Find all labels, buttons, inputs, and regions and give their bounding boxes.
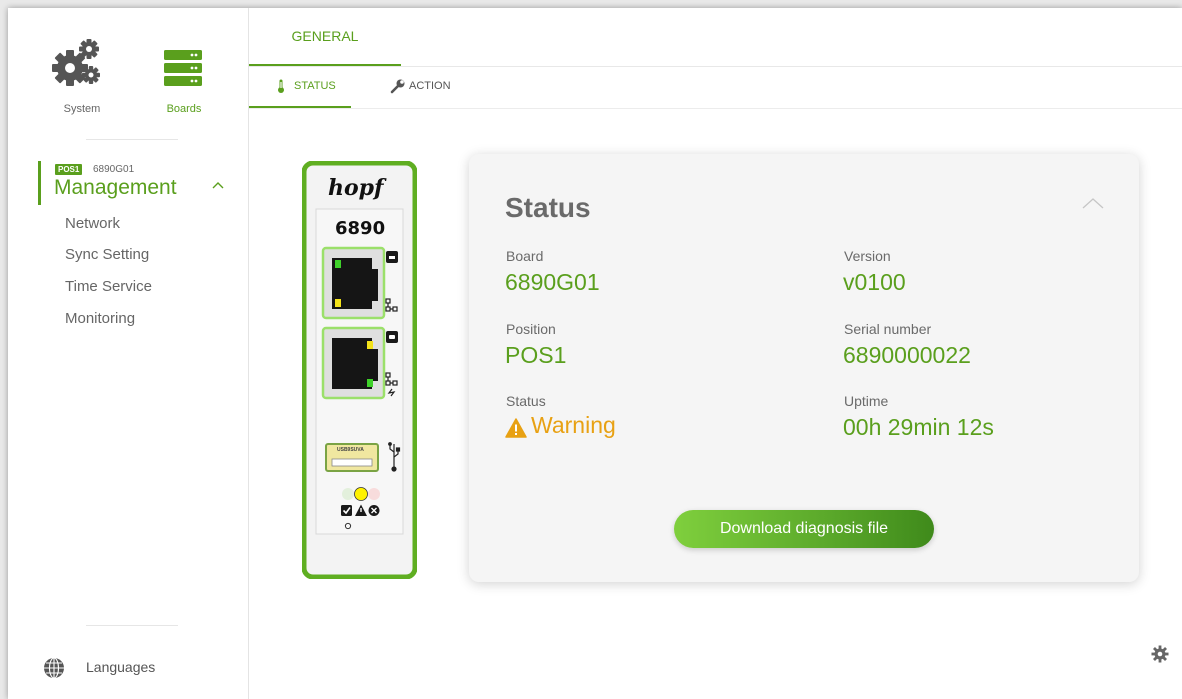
- sidebar-item-time-service[interactable]: Time Service: [65, 278, 152, 296]
- server-rack-icon: [164, 50, 202, 86]
- sidebar-item-monitoring[interactable]: Monitoring: [65, 310, 135, 328]
- subtab-bar: STATUS ACTION: [249, 66, 1182, 109]
- serial-number-label: Serial number: [844, 321, 932, 337]
- device-front-panel: hopf 6890 USB9SUVA: [301, 160, 418, 580]
- tab-action[interactable]: ACTION: [384, 66, 474, 106]
- chevron-up-icon[interactable]: [1081, 196, 1105, 210]
- warning-icon: [505, 418, 527, 438]
- wrench-icon: [390, 79, 405, 94]
- status-card: Status Board 6890G01 Version v0100 Posit…: [469, 154, 1139, 582]
- active-indicator: [38, 161, 41, 205]
- settings-gear-icon[interactable]: [1151, 645, 1169, 663]
- device-model: 6890: [335, 218, 386, 239]
- system-label: System: [63, 103, 101, 115]
- chevron-up-icon[interactable]: [210, 177, 226, 193]
- card-title: Status: [505, 192, 591, 223]
- board-id: 6890G01: [93, 164, 135, 175]
- download-diagnosis-button[interactable]: Download diagnosis file: [674, 510, 934, 548]
- sidebar-top-icons: System Boards: [8, 8, 248, 118]
- board-label: Board: [506, 248, 544, 264]
- thermometer-icon: [278, 79, 284, 93]
- sidebar-divider: [86, 625, 178, 626]
- gears-icon: [52, 39, 100, 86]
- version-label: Version: [844, 248, 891, 264]
- languages-label: Languages: [86, 659, 156, 675]
- tab-action-label: ACTION: [409, 80, 451, 92]
- uptime-value: 00h 29min 12s: [843, 414, 994, 440]
- sidebar: System Boards POS1 6890G01 Management Ne…: [8, 8, 249, 699]
- status-label: Status: [506, 393, 546, 409]
- board-title: Management: [54, 176, 177, 199]
- tab-general[interactable]: GENERAL: [249, 8, 401, 66]
- main-content: GENERAL STATUS ACTION hopf 6890 USB9SUVA…: [249, 8, 1182, 699]
- tab-bar: GENERAL: [249, 8, 1182, 67]
- sidebar-item-sync-setting[interactable]: Sync Setting: [65, 246, 149, 264]
- sidebar-item-network[interactable]: Network: [65, 215, 120, 233]
- position-badge: POS1: [55, 164, 83, 175]
- position-label: Position: [506, 321, 556, 337]
- system-tile[interactable]: System: [42, 18, 122, 115]
- usb-label: USB9SUVA: [337, 447, 364, 453]
- board-value: 6890G01: [505, 269, 600, 295]
- sidebar-divider: [86, 139, 178, 140]
- uptime-label: Uptime: [844, 393, 889, 409]
- app-window: System Boards POS1 6890G01 Management Ne…: [8, 8, 1182, 699]
- device-brand-logo: hopf: [328, 175, 384, 201]
- serial-number-value: 6890000022: [843, 342, 971, 368]
- globe-icon: [44, 657, 64, 679]
- boards-label: Boards: [166, 103, 202, 115]
- version-value: v0100: [843, 269, 906, 295]
- position-value: POS1: [505, 342, 567, 368]
- boards-tile[interactable]: Boards: [144, 18, 224, 115]
- status-value: Warning: [531, 412, 616, 438]
- tab-status[interactable]: STATUS: [249, 66, 351, 108]
- tab-status-label: STATUS: [294, 80, 336, 92]
